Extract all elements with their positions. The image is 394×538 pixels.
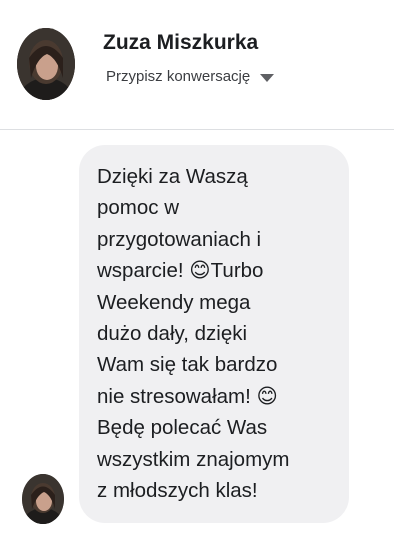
header-divider xyxy=(0,129,394,130)
conversation-view: Zuza Miszkurka Przypisz konwersację Dzię… xyxy=(0,0,394,538)
avatar-photo xyxy=(17,28,75,100)
message-bubble: Dzięki za Waszą pomoc w przygotowaniach … xyxy=(79,145,349,523)
sender-avatar[interactable] xyxy=(22,474,64,524)
avatar-photo xyxy=(22,474,64,524)
contact-avatar[interactable] xyxy=(17,28,75,100)
caret-down-icon xyxy=(260,73,275,82)
message-text: Dzięki za Waszą pomoc w przygotowaniach … xyxy=(97,165,290,503)
contact-name: Zuza Miszkurka xyxy=(103,31,259,54)
assign-conversation-dropdown[interactable]: Przypisz konwersację xyxy=(106,68,275,85)
conversation-header: Zuza Miszkurka Przypisz konwersację xyxy=(0,0,394,130)
assign-conversation-label: Przypisz konwersację xyxy=(106,68,251,85)
